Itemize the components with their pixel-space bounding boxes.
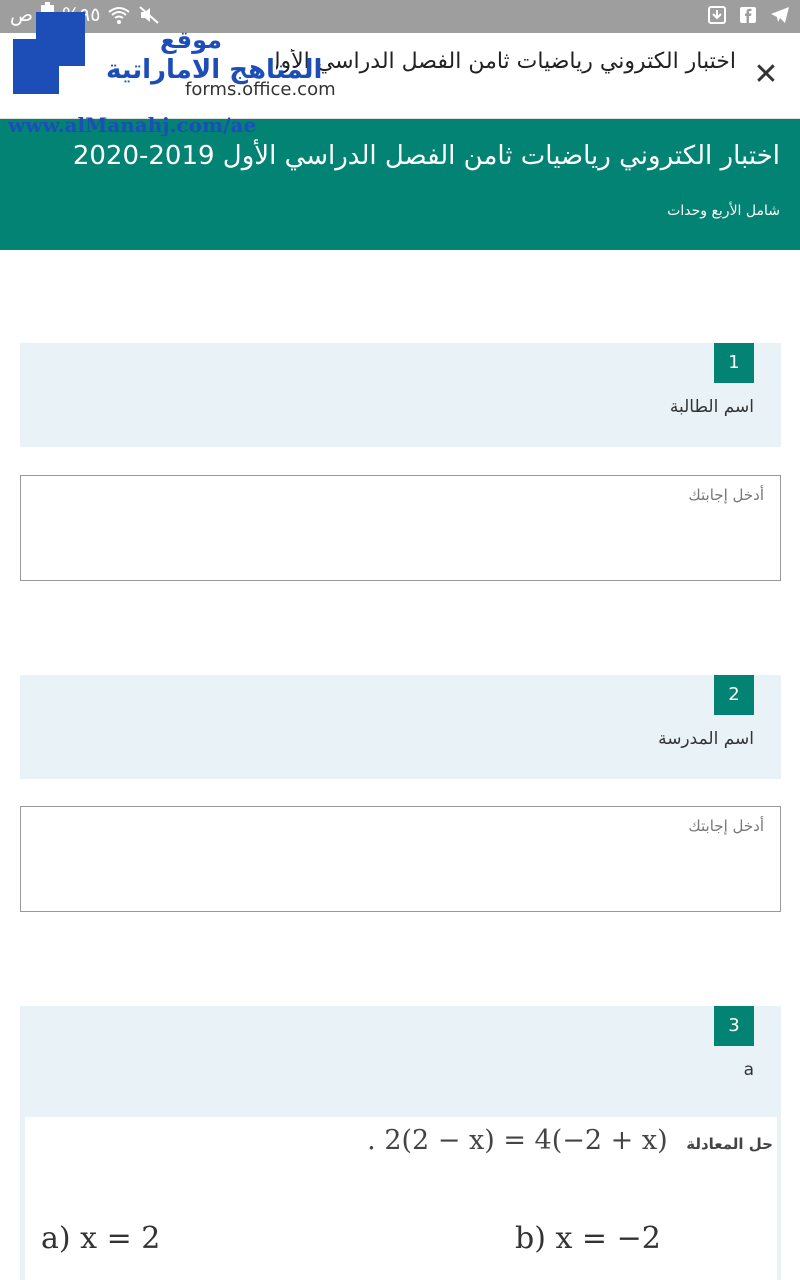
question-label: اسم الطالبة bbox=[669, 397, 754, 417]
status-bar: ص %٩٥ bbox=[0, 0, 800, 33]
question-1: 1 اسم الطالبة bbox=[20, 343, 781, 447]
app-title: اختبار الكتروني رياضيات ثامن الفصل الدرا… bbox=[276, 49, 736, 74]
answer-input-2[interactable]: أدخل إجابتك bbox=[20, 806, 781, 912]
question-label: اسم المدرسة bbox=[658, 729, 754, 749]
clock: ص bbox=[10, 4, 33, 26]
watermark-logo-block bbox=[36, 12, 85, 66]
download-icon bbox=[708, 6, 726, 24]
question-number: 3 bbox=[714, 1006, 754, 1046]
option-a: a) x = 2 bbox=[41, 1221, 161, 1256]
question-label: a bbox=[743, 1060, 754, 1080]
watermark-url: www.alManahj.com/ae bbox=[8, 113, 257, 137]
question-2: 2 اسم المدرسة bbox=[20, 675, 781, 779]
question-number: 1 bbox=[714, 343, 754, 383]
facebook-icon bbox=[740, 7, 756, 23]
status-left: ص %٩٥ bbox=[10, 2, 160, 26]
answer-placeholder: أدخل إجابتك bbox=[688, 817, 764, 835]
equation-expression: . 2(2 − x) = 4(−2 + x) bbox=[367, 1125, 668, 1156]
form-header: اختبار الكتروني رياضيات ثامن الفصل الدرا… bbox=[0, 119, 800, 250]
option-b: b) x = −2 bbox=[515, 1221, 661, 1256]
question-number: 2 bbox=[714, 675, 754, 715]
watermark-site-name: المناهج الاماراتية bbox=[106, 55, 323, 85]
answer-input-1[interactable]: أدخل إجابتك bbox=[20, 475, 781, 581]
watermark-site-label: موقع bbox=[160, 26, 223, 54]
mute-icon bbox=[139, 6, 160, 24]
telegram-icon bbox=[771, 7, 789, 23]
equation-line: . 2(2 − x) = 4(−2 + x) حل المعادلة bbox=[367, 1125, 773, 1156]
question-image: . 2(2 − x) = 4(−2 + x) حل المعادلة a) x … bbox=[25, 1117, 777, 1280]
form-title: اختبار الكتروني رياضيات ثامن الفصل الدرا… bbox=[72, 141, 780, 171]
form-subtitle: شامل الأربع وحدات bbox=[667, 203, 780, 219]
close-button[interactable]: ✕ bbox=[750, 59, 782, 91]
equation-prefix: حل المعادلة bbox=[686, 1135, 773, 1153]
wifi-icon bbox=[108, 7, 131, 24]
close-icon: ✕ bbox=[753, 57, 779, 92]
status-right bbox=[708, 6, 790, 24]
answer-placeholder: أدخل إجابتك bbox=[688, 486, 764, 504]
